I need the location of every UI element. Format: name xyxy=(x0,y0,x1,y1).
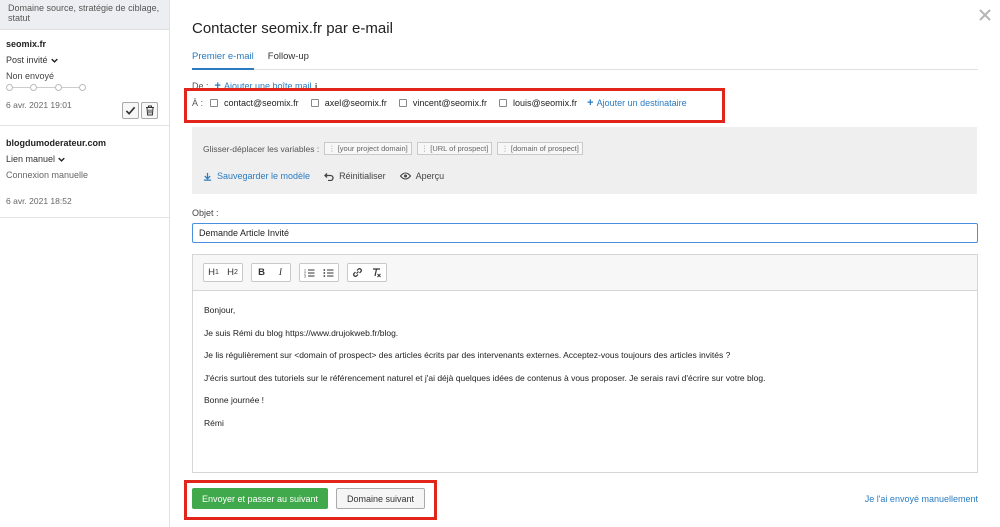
bullet-list-button[interactable] xyxy=(319,264,338,281)
prospect-card-seomix[interactable]: seomix.fr Post invité Non envoyé 6 avr. … xyxy=(0,30,169,126)
body-paragraph: J'écris surtout des tutoriels sur le réf… xyxy=(204,372,766,383)
body-paragraph: Je lis régulièrement sur <domain of pros… xyxy=(204,350,731,360)
body-paragraph: Rémi xyxy=(204,417,224,428)
prospect-domain: seomix.fr xyxy=(6,39,47,49)
prospect-sidebar: Domaine source, stratégie de ciblage, st… xyxy=(0,0,170,527)
subject-input[interactable] xyxy=(192,223,978,243)
list-group: 123 xyxy=(299,263,339,282)
variables-row: Glisser-déplacer les variables : ⋮ [your … xyxy=(203,142,583,155)
footer-buttons-highlight xyxy=(184,480,437,520)
stepper-dot xyxy=(54,84,62,91)
clear-format-icon xyxy=(373,268,381,278)
heading1-button[interactable]: H1 xyxy=(204,264,223,281)
ordered-list-icon: 123 xyxy=(304,268,315,278)
variable-chip[interactable]: ⋮ [your project domain] xyxy=(324,142,412,155)
clear-format-button[interactable] xyxy=(367,264,386,281)
heading2-button[interactable]: H2 xyxy=(223,264,242,281)
svg-text:3: 3 xyxy=(304,274,306,278)
strategy-dropdown[interactable]: Lien manuel xyxy=(6,154,163,164)
email-tabs: Premier e-mail Follow-up xyxy=(192,50,978,70)
strategy-label: Post invité xyxy=(6,55,48,65)
stepper-dot xyxy=(6,84,13,91)
variables-label: Glisser-déplacer les variables : xyxy=(203,143,320,154)
contact-email-modal: Contacter seomix.fr par e-mail Premier e… xyxy=(171,0,1000,527)
status-text: Connexion manuelle xyxy=(6,170,89,180)
bullet-list-icon xyxy=(323,268,334,277)
link-button[interactable] xyxy=(348,264,367,281)
approve-button[interactable] xyxy=(122,102,139,119)
italic-button[interactable]: I xyxy=(271,264,290,281)
ordered-list-button[interactable]: 123 xyxy=(300,264,319,281)
subject-label: Objet : xyxy=(192,208,219,218)
template-tools-panel: Glisser-déplacer les variables : ⋮ [your … xyxy=(192,127,977,194)
variable-chip[interactable]: ⋮ [URL of prospect] xyxy=(416,142,493,155)
sent-manually-link[interactable]: Je l'ai envoyé manuellement xyxy=(865,494,978,504)
stepper-dot xyxy=(30,84,38,91)
body-paragraph: Je suis Rémi du blog https://www.drujokw… xyxy=(204,327,399,338)
undo-icon xyxy=(324,172,334,181)
strategy-label: Lien manuel xyxy=(6,154,56,164)
chip-label: [your project domain] xyxy=(337,144,408,153)
template-actions: Sauvegarder le modèle Réinitialiser Aper… xyxy=(203,171,444,181)
card-date: 6 avr. 2021 18:52 xyxy=(6,196,72,206)
bold-button[interactable]: B xyxy=(252,264,271,281)
strategy-dropdown[interactable]: Post invité xyxy=(6,55,163,65)
email-editor: H1 H2 B I 123 Bonjour, Je suis Rémi du b… xyxy=(192,254,978,473)
recipients-highlight xyxy=(184,88,725,123)
chevron-down-icon xyxy=(58,157,65,162)
chip-label: [domain of prospect] xyxy=(510,144,579,153)
chevron-down-icon xyxy=(50,58,58,63)
prospect-card-blogdumoderateur[interactable]: blogdumoderateur.com Lien manuel Connexi… xyxy=(0,126,169,218)
download-icon xyxy=(203,172,212,181)
link-group xyxy=(347,263,387,282)
variable-chip[interactable]: ⋮ [domain of prospect] xyxy=(497,142,583,155)
eye-icon xyxy=(399,172,411,180)
status-text: Non envoyé xyxy=(6,71,55,81)
body-paragraph: Bonne journée ! xyxy=(204,395,265,405)
style-group: B I xyxy=(251,263,291,282)
editor-toolbar: H1 H2 B I 123 xyxy=(193,255,977,291)
chip-label: [URL of prospect] xyxy=(430,144,489,153)
preview-button[interactable]: Aperçu xyxy=(399,171,445,181)
check-icon xyxy=(125,106,136,115)
link-icon xyxy=(353,268,362,277)
preview-label: Aperçu xyxy=(415,171,445,181)
trash-icon xyxy=(145,105,154,116)
email-body[interactable]: Bonjour, Je suis Rémi du blog https://ww… xyxy=(193,291,977,454)
sidebar-hint: Domaine source, stratégie de ciblage, st… xyxy=(0,0,169,30)
tab-first-email[interactable]: Premier e-mail xyxy=(192,50,254,70)
heading-group: H1 H2 xyxy=(203,263,243,282)
card-actions xyxy=(122,102,158,119)
reset-button[interactable]: Réinitialiser xyxy=(324,171,386,181)
stepper-dot xyxy=(78,84,86,91)
delete-button[interactable] xyxy=(141,102,158,119)
close-icon[interactable] xyxy=(978,8,992,22)
save-template-label: Sauvegarder le modèle xyxy=(217,171,311,181)
modal-title: Contacter seomix.fr par e-mail xyxy=(192,20,393,37)
status-stepper xyxy=(6,84,86,91)
save-template-button[interactable]: Sauvegarder le modèle xyxy=(203,171,310,181)
body-paragraph: Bonjour, xyxy=(204,305,236,315)
reset-label: Réinitialiser xyxy=(339,171,386,181)
tab-follow-up[interactable]: Follow-up xyxy=(268,50,309,70)
prospect-domain: blogdumoderateur.com xyxy=(6,138,107,148)
